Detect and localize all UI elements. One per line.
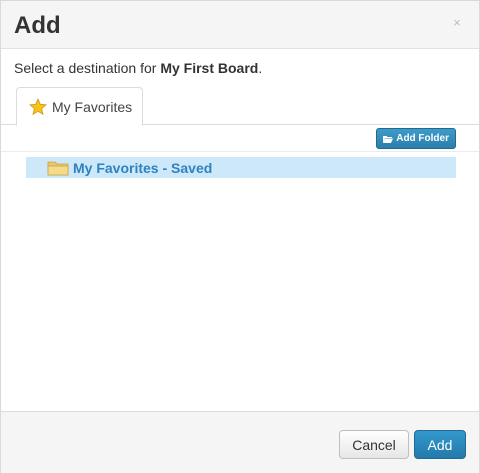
folder-icon xyxy=(47,160,69,176)
close-button[interactable]: × xyxy=(449,15,465,31)
add-folder-label: Add Folder xyxy=(396,133,449,144)
tab-my-favorites[interactable]: My Favorites xyxy=(16,87,143,126)
folder-open-icon xyxy=(383,135,394,143)
dialog-footer: Cancel Add xyxy=(1,411,479,473)
tree-item-label: My Favorites - Saved xyxy=(73,159,213,176)
cancel-button[interactable]: Cancel xyxy=(339,430,409,459)
destination-description: Select a destination for My First Board. xyxy=(14,59,262,77)
add-button[interactable]: Add xyxy=(414,430,466,459)
description-prefix: Select a destination for xyxy=(14,60,161,76)
dialog-header: Add × xyxy=(1,1,479,49)
star-icon xyxy=(29,97,47,116)
board-name: My First Board xyxy=(160,60,259,76)
toolbar-divider xyxy=(1,151,479,152)
add-dialog: Add × Select a destination for My First … xyxy=(0,0,480,473)
dialog-title: Add xyxy=(14,12,61,39)
tab-strip: My Favorites xyxy=(1,87,479,126)
add-folder-button[interactable]: Add Folder xyxy=(376,128,456,149)
tab-label: My Favorites xyxy=(52,98,133,115)
tree-item-my-favorites-saved[interactable]: My Favorites - Saved xyxy=(26,157,456,178)
close-icon: × xyxy=(453,15,461,30)
description-suffix: . xyxy=(258,60,263,76)
